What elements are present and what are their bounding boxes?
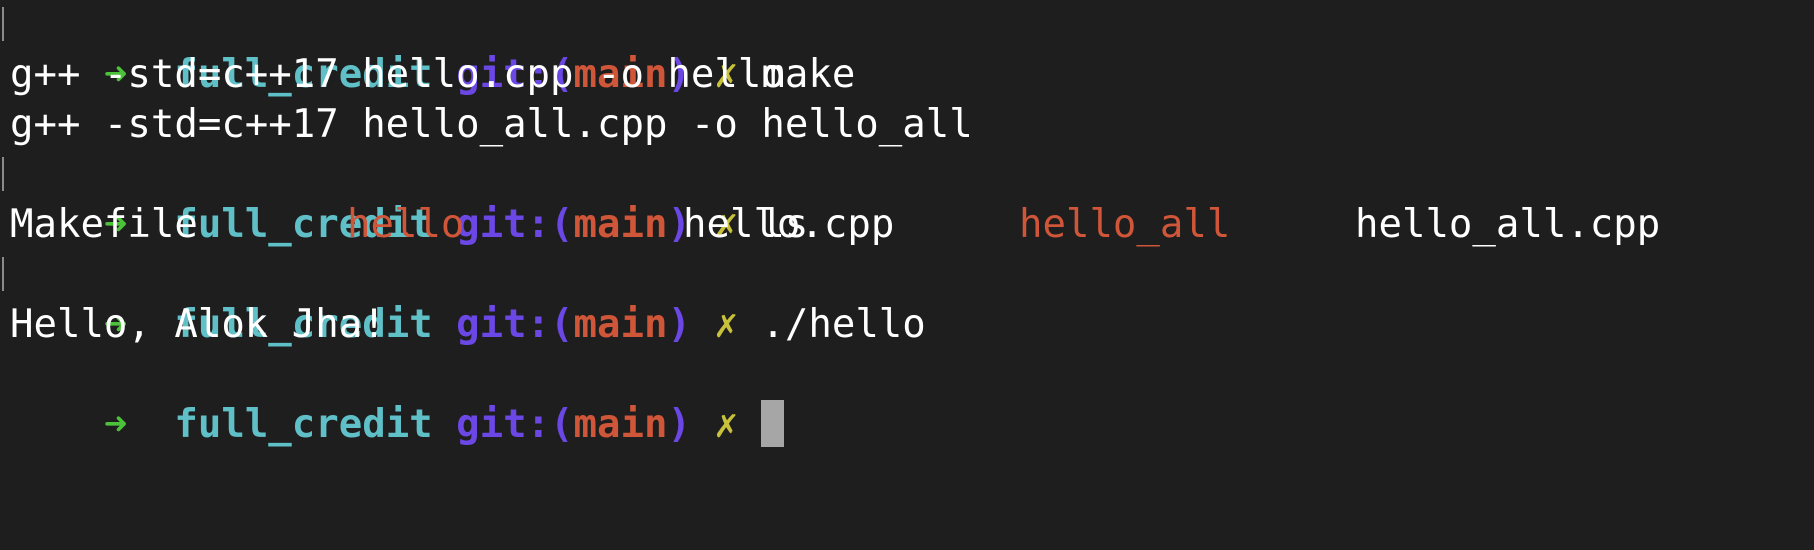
git-prefix: git:( <box>456 302 574 347</box>
file-entry: hello_all.cpp <box>1355 202 1661 247</box>
git-branch: main <box>573 402 668 447</box>
output-line: g++ -std=c++17 hello.cpp -o hello <box>10 52 785 97</box>
output-line: g++ -std=c++17 hello_all.cpp -o hello_al… <box>10 102 973 147</box>
executable-entry: hello <box>347 202 465 247</box>
git-branch: main <box>573 302 668 347</box>
active-prompt-line[interactable]: ➜ full_credit git:(main) ✗ <box>10 350 785 447</box>
output-line: Hello, Alok Jha! <box>10 302 386 347</box>
line-marker <box>2 157 4 191</box>
dirty-marker-icon: ✗ <box>714 302 738 347</box>
git-prefix: git:( <box>456 402 574 447</box>
file-listing: Makefile hello hello.cpp hello_all hello… <box>10 200 1810 250</box>
dirty-marker-icon: ✗ <box>714 402 738 447</box>
terminal-window[interactable]: ➜ full_credit git:(main) ✗ make g++ -std… <box>2 0 1810 534</box>
prompt-line: ➜ full_credit git:(main) ✗ ./hello <box>2 250 926 347</box>
prompt-line: ➜ full_credit git:(main) ✗ ls <box>2 150 808 247</box>
prompt-line: ➜ full_credit git:(main) ✗ make <box>2 0 855 97</box>
line-marker <box>2 7 4 41</box>
prompt-arrow-icon: ➜ <box>103 402 128 447</box>
line-marker <box>2 257 4 291</box>
file-entry: hello.cpp <box>683 202 895 247</box>
prompt-directory: full_credit <box>174 402 433 447</box>
command-text: ./hello <box>761 302 926 347</box>
executable-entry: hello_all <box>1019 202 1231 247</box>
git-suffix: ) <box>667 302 691 347</box>
file-entry: Makefile <box>10 202 198 247</box>
text-cursor <box>761 400 785 447</box>
git-suffix: ) <box>667 402 691 447</box>
